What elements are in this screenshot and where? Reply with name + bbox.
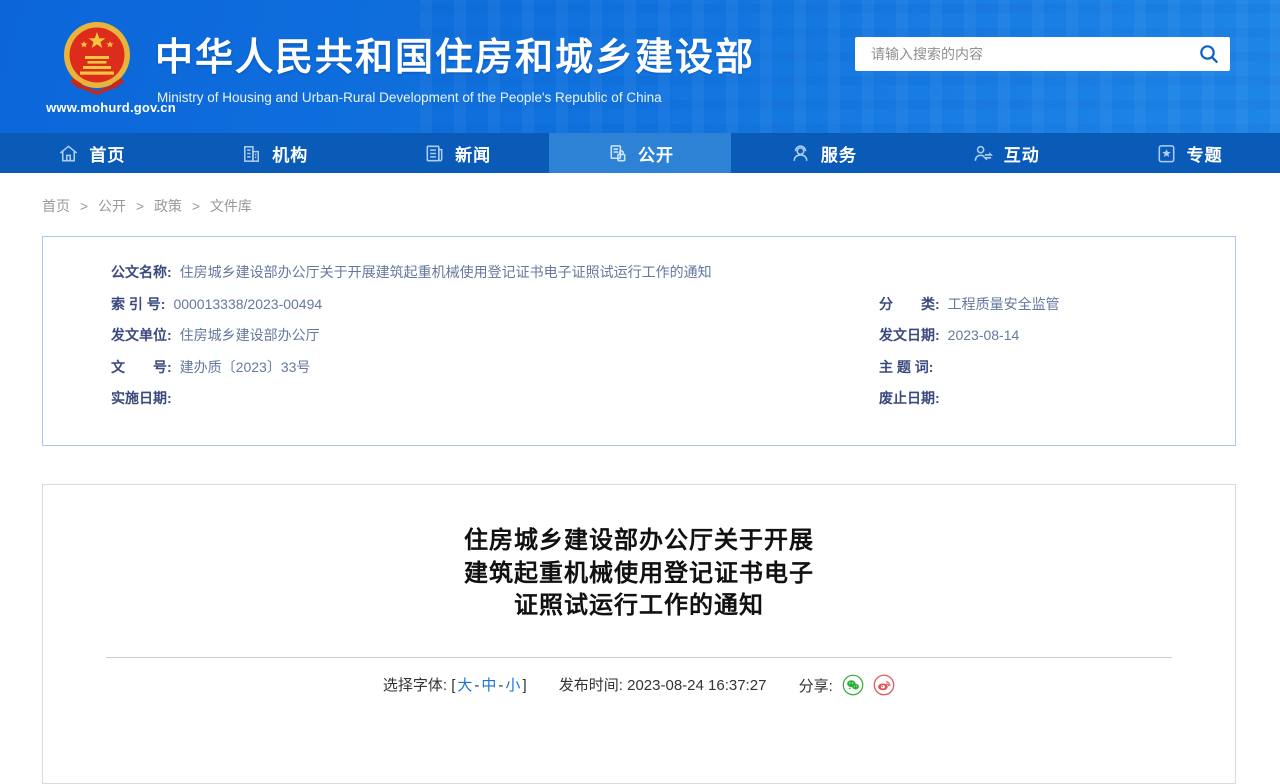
- breadcrumb-home[interactable]: 首页: [42, 198, 70, 214]
- issuer-label: 发文单位:: [111, 327, 172, 343]
- document-metadata-box: 公文名称: 住房城乡建设部办公厅关于开展建筑起重机械使用登记证书电子证照试运行工作…: [42, 236, 1236, 446]
- doc-number-value: 建办质〔2023〕33号: [180, 359, 311, 375]
- issuer-value: 住房城乡建设部办公厅: [180, 327, 320, 343]
- subject-words-label: 主 题 词:: [879, 359, 933, 375]
- document-title-line: 建筑起重机械使用登记证书电子: [43, 558, 1235, 591]
- main-nav: 首页 机构 新闻 公开 服务 互动: [0, 133, 1280, 173]
- meta-row-index-category: 索 引 号: 000013338/2023-00494 分 类: 工程质量安全监管: [43, 289, 1235, 321]
- search-box: [855, 37, 1230, 71]
- site-title: 中华人民共和国住房和城乡建设部: [155, 26, 755, 81]
- nav-item-organization[interactable]: 机构: [183, 133, 366, 173]
- font-size-medium-link[interactable]: 中: [481, 677, 496, 694]
- breadcrumb-separator: >: [192, 198, 200, 214]
- doc-name-value: 住房城乡建设部办公厅关于开展建筑起重机械使用登记证书电子证照试运行工作的通知: [180, 264, 712, 280]
- dash: -: [498, 677, 503, 694]
- national-emblem-logo[interactable]: [60, 20, 134, 98]
- organization-icon: [240, 142, 263, 165]
- repeal-date-label: 废止日期:: [879, 390, 940, 406]
- disclosure-icon: [606, 142, 629, 165]
- document-content-box: 住房城乡建设部办公厅关于开展 建筑起重机械使用登记证书电子 证照试运行工作的通知…: [42, 484, 1236, 784]
- publish-time-label: 发布时间:: [559, 677, 623, 694]
- doc-number-label: 文 号:: [111, 359, 172, 375]
- site-header: www.mohurd.gov.cn 中华人民共和国住房和城乡建设部 Minist…: [0, 0, 1280, 133]
- breadcrumb-policy[interactable]: 政策: [154, 198, 182, 214]
- topics-icon: [1155, 142, 1178, 165]
- nav-label: 首页: [89, 141, 125, 166]
- share-group: 分享:: [799, 674, 896, 696]
- nav-item-news[interactable]: 新闻: [366, 133, 549, 173]
- nav-item-home[interactable]: 首页: [0, 133, 183, 173]
- wechat-icon[interactable]: [842, 674, 864, 696]
- nav-label: 专题: [1187, 141, 1223, 166]
- home-icon: [57, 142, 80, 165]
- search-input[interactable]: [869, 45, 1192, 63]
- font-select-label: 选择字体:: [383, 677, 447, 694]
- nav-label: 机构: [272, 141, 308, 166]
- breadcrumb-disclosure[interactable]: 公开: [98, 198, 126, 214]
- nav-item-service[interactable]: 服务: [731, 133, 914, 173]
- news-icon: [423, 142, 446, 165]
- doc-name-label: 公文名称:: [111, 264, 172, 280]
- meta-row-doc-name: 公文名称: 住房城乡建设部办公厅关于开展建筑起重机械使用登记证书电子证照试运行工作…: [43, 257, 1235, 289]
- service-icon: [789, 142, 812, 165]
- nav-item-interaction[interactable]: 互动: [914, 133, 1097, 173]
- breadcrumb-separator: >: [136, 198, 144, 214]
- search-icon: [1198, 43, 1220, 65]
- publish-time: 发布时间: 2023-08-24 16:37:27: [559, 674, 767, 695]
- meta-row-impl-repeal: 实施日期: 废止日期:: [43, 383, 1235, 415]
- breadcrumb: 首页 > 公开 > 政策 > 文件库: [42, 196, 252, 216]
- nav-label: 服务: [821, 141, 857, 166]
- title-divider: [106, 657, 1172, 658]
- document-title-line: 住房城乡建设部办公厅关于开展: [43, 525, 1235, 558]
- issue-date-label: 发文日期:: [879, 327, 940, 343]
- nav-item-disclosure[interactable]: 公开: [549, 133, 732, 173]
- font-size-small-link[interactable]: 小: [505, 677, 520, 694]
- bracket: [: [451, 677, 455, 694]
- document-title: 住房城乡建设部办公厅关于开展 建筑起重机械使用登记证书电子 证照试运行工作的通知: [43, 525, 1235, 623]
- meta-row-docno-subject: 文 号: 建办质〔2023〕33号 主 题 词:: [43, 352, 1235, 384]
- share-label: 分享:: [799, 678, 833, 695]
- nav-label: 互动: [1004, 141, 1040, 166]
- dash: -: [474, 677, 479, 694]
- publish-time-value: 2023-08-24 16:37:27: [627, 677, 766, 694]
- index-number-value: 000013338/2023-00494: [173, 296, 322, 312]
- nav-label: 新闻: [455, 141, 491, 166]
- font-size-selector: 选择字体: [大-中-小]: [383, 674, 527, 695]
- weibo-icon[interactable]: [873, 674, 895, 696]
- category-label: 分 类:: [879, 296, 940, 312]
- issue-date-value: 2023-08-14: [948, 327, 1020, 343]
- category-value: 工程质量安全监管: [948, 296, 1060, 312]
- meta-row-issuer-date: 发文单位: 住房城乡建设部办公厅 发文日期: 2023-08-14: [43, 320, 1235, 352]
- font-size-large-link[interactable]: 大: [457, 677, 472, 694]
- breadcrumb-separator: >: [80, 198, 88, 214]
- implementation-date-label: 实施日期:: [111, 390, 172, 406]
- interaction-icon: [972, 142, 995, 165]
- bracket: ]: [522, 677, 526, 694]
- search-button[interactable]: [1192, 43, 1230, 65]
- nav-item-topics[interactable]: 专题: [1097, 133, 1280, 173]
- site-subtitle-english: Ministry of Housing and Urban-Rural Deve…: [157, 90, 662, 105]
- nav-label: 公开: [638, 141, 674, 166]
- index-number-label: 索 引 号:: [111, 296, 165, 312]
- breadcrumb-file-library: 文件库: [210, 198, 252, 214]
- document-meta-row: 选择字体: [大-中-小] 发布时间: 2023-08-24 16:37:27 …: [43, 674, 1235, 696]
- document-title-line: 证照试运行工作的通知: [43, 590, 1235, 623]
